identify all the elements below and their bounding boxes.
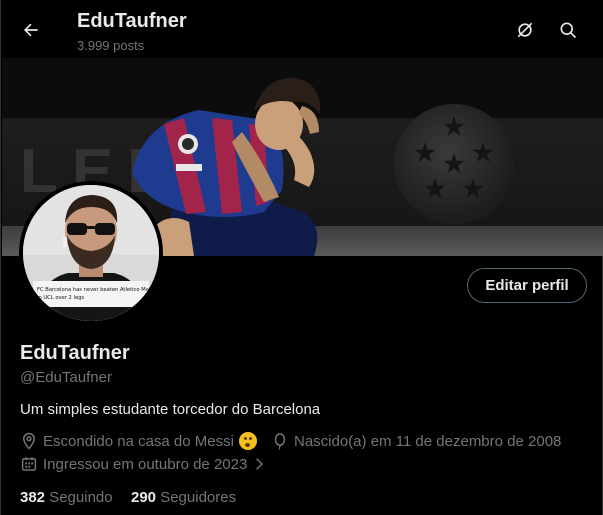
location-pin-icon bbox=[22, 432, 36, 450]
followers-count: 290 bbox=[131, 489, 157, 506]
profile-handle: @EduTaufner bbox=[20, 369, 112, 386]
header-post-count: 3.999 posts bbox=[77, 38, 145, 53]
header-title: EduTaufner bbox=[77, 10, 187, 32]
following-link[interactable]: 382 Seguindo bbox=[20, 489, 113, 506]
location-text: Escondido na casa do Messi bbox=[43, 432, 234, 450]
chevron-right-icon bbox=[256, 458, 264, 470]
profile-location: Escondido na casa do Messi bbox=[20, 432, 257, 450]
followers-link[interactable]: 290 Seguidores bbox=[131, 489, 236, 506]
grok-icon bbox=[517, 22, 533, 38]
profile-name: EduTaufner bbox=[20, 342, 130, 364]
profile-header: EduTaufner 3.999 posts bbox=[1, 0, 603, 58]
balloon-icon bbox=[274, 433, 286, 450]
edit-profile-button[interactable]: Editar perfil bbox=[467, 268, 587, 303]
svg-text:in UCL over 2 legs: in UCL over 2 legs bbox=[37, 295, 84, 301]
hushed-face-emoji-icon bbox=[238, 432, 257, 450]
following-label: Seguindo bbox=[49, 489, 113, 506]
calendar-icon bbox=[21, 457, 37, 471]
birthday-text: Nascido(a) em 11 de dezembro de 2008 bbox=[294, 432, 562, 450]
svg-text:FC Barcelona has never beaten: FC Barcelona has never beaten Atletico M… bbox=[37, 287, 159, 293]
profile-birthday: Nascido(a) em 11 de dezembro de 2008 bbox=[271, 432, 561, 450]
grok-button[interactable] bbox=[509, 14, 541, 46]
profile-bio: Um simples estudante torcedor do Barcelo… bbox=[20, 401, 321, 418]
join-date-text: Ingressou em outubro de 2023 bbox=[43, 455, 248, 473]
avatar-photo: FC Barcelona has never beaten Atletico M… bbox=[23, 185, 159, 321]
champions-ball-logo bbox=[394, 104, 514, 224]
search-button[interactable] bbox=[552, 14, 584, 46]
following-count: 382 bbox=[20, 489, 46, 506]
followers-label: Seguidores bbox=[160, 489, 237, 506]
profile-avatar[interactable]: FC Barcelona has never beaten Atletico M… bbox=[19, 181, 163, 325]
back-arrow-icon bbox=[23, 23, 38, 37]
profile-join-date[interactable]: Ingressou em outubro de 2023 bbox=[20, 455, 266, 473]
search-icon bbox=[560, 22, 577, 39]
back-button[interactable] bbox=[13, 12, 49, 48]
profile-page: EduTaufner 3.999 posts LEE FC Barcelona … bbox=[0, 0, 603, 515]
